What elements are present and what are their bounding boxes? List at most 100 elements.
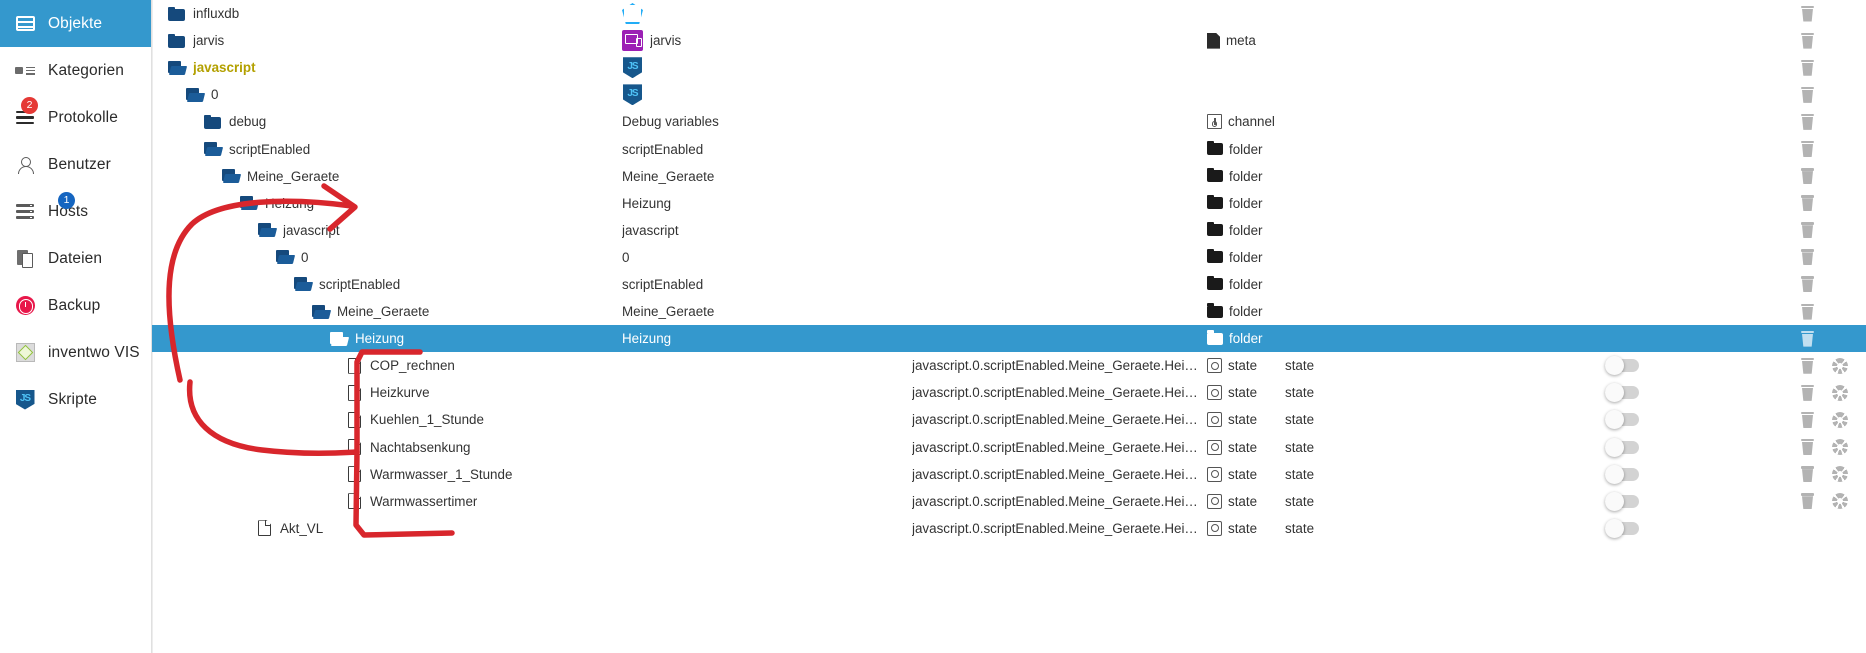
delete-icon[interactable]	[1801, 195, 1814, 211]
row-name-cell[interactable]: Warmwasser_1_Stunde	[152, 466, 622, 482]
row-toggle-cell[interactable]	[1605, 464, 1710, 484]
delete-icon[interactable]	[1801, 5, 1814, 22]
delete-icon[interactable]	[1801, 168, 1814, 184]
delete-icon[interactable]	[1801, 32, 1814, 49]
gear-icon[interactable]	[1832, 439, 1848, 455]
row-name-cell[interactable]: Heizkurve	[152, 384, 622, 401]
sidebar-item-skripte[interactable]: JS Skripte	[0, 376, 151, 423]
table-row[interactable]: Heizkurve javascript.0.scriptEnabled.Mei…	[152, 379, 1866, 406]
gear-icon[interactable]	[1832, 358, 1848, 374]
row-name-cell[interactable]: javascript	[152, 223, 622, 238]
table-row[interactable]: Akt_VL javascript.0.scriptEnabled.Meine_…	[152, 515, 1866, 542]
sidebar-item-kategorien[interactable]: Kategorien	[0, 47, 151, 94]
folder-open-icon[interactable]	[168, 60, 185, 75]
sidebar-item-hosts[interactable]: 1 Hosts	[0, 188, 151, 235]
enabled-toggle[interactable]	[1605, 491, 1639, 511]
folder-closed-icon[interactable]	[168, 6, 185, 21]
sidebar-item-inventwo-vis[interactable]: inventwo VIS	[0, 329, 151, 376]
row-name-cell[interactable]: javascript	[152, 60, 622, 75]
table-row[interactable]: Warmwasser_1_Stunde javascript.0.scriptE…	[152, 461, 1866, 488]
row-name-cell[interactable]: scriptEnabled	[152, 277, 622, 292]
table-row[interactable]: influxdb	[152, 0, 1866, 27]
delete-icon[interactable]	[1801, 59, 1814, 76]
folder-open-icon[interactable]	[276, 250, 293, 264]
delete-icon[interactable]	[1801, 113, 1814, 130]
row-name-cell[interactable]: Nachtabsenkung	[152, 439, 622, 455]
table-row[interactable]: javascript javascript folder	[152, 217, 1866, 244]
table-row[interactable]: COP_rechnen javascript.0.scriptEnabled.M…	[152, 352, 1866, 379]
folder-open-icon[interactable]	[294, 277, 311, 291]
row-name-cell[interactable]: Warmwassertimer	[152, 493, 622, 509]
gear-icon[interactable]	[1832, 493, 1848, 509]
enabled-toggle[interactable]	[1605, 464, 1639, 484]
folder-open-icon[interactable]	[312, 304, 329, 319]
row-name-cell[interactable]: jarvis	[152, 33, 622, 48]
row-toggle-cell[interactable]	[1605, 383, 1710, 403]
row-toggle-cell[interactable]	[1605, 356, 1710, 376]
folder-open-icon[interactable]	[240, 196, 257, 210]
delete-icon[interactable]	[1801, 303, 1814, 320]
delete-icon[interactable]	[1801, 276, 1814, 292]
row-toggle-cell[interactable]	[1605, 491, 1710, 511]
gear-icon[interactable]	[1832, 385, 1848, 401]
enabled-toggle[interactable]	[1605, 383, 1639, 403]
enabled-toggle[interactable]	[1605, 356, 1639, 376]
table-row[interactable]: jarvis jarvis meta	[152, 27, 1866, 54]
row-name-cell[interactable]: Kuehlen_1_Stunde	[152, 411, 622, 428]
table-row[interactable]: 0 JS	[152, 81, 1866, 108]
sidebar-item-benutzer[interactable]: Benutzer	[0, 141, 151, 188]
row-name-cell[interactable]: influxdb	[152, 6, 622, 21]
sidebar-item-objekte[interactable]: Objekte	[0, 0, 151, 47]
sidebar-item-dateien[interactable]: Dateien	[0, 235, 151, 282]
table-row[interactable]: scriptEnabled scriptEnabled folder	[152, 135, 1866, 162]
row-toggle-cell[interactable]	[1605, 410, 1710, 430]
delete-icon[interactable]	[1801, 86, 1814, 103]
delete-icon[interactable]	[1801, 222, 1814, 238]
gear-icon[interactable]	[1832, 412, 1848, 428]
row-name-cell[interactable]: debug	[152, 114, 622, 129]
row-name-cell[interactable]: 0	[152, 250, 622, 265]
delete-icon[interactable]	[1801, 466, 1814, 482]
sidebar-item-backup[interactable]: Backup	[0, 282, 151, 329]
row-name-cell[interactable]: 0	[152, 87, 622, 102]
delete-icon[interactable]	[1801, 439, 1814, 455]
row-name-cell[interactable]: scriptEnabled	[152, 142, 622, 157]
gear-icon[interactable]	[1832, 466, 1848, 482]
delete-icon[interactable]	[1801, 330, 1814, 347]
folder-open-icon[interactable]	[222, 169, 239, 183]
table-row[interactable]: Meine_Geraete Meine_Geraete folder	[152, 298, 1866, 325]
folder-open-icon[interactable]	[258, 223, 275, 237]
enabled-toggle[interactable]	[1605, 518, 1639, 538]
delete-icon[interactable]	[1801, 384, 1814, 401]
row-name-cell[interactable]: Heizung	[152, 331, 622, 346]
row-name-cell[interactable]: Akt_VL	[152, 520, 622, 536]
table-row[interactable]: 0 0 folder	[152, 244, 1866, 271]
delete-icon[interactable]	[1801, 249, 1814, 265]
delete-icon[interactable]	[1801, 141, 1814, 157]
row-toggle-cell[interactable]	[1605, 437, 1710, 457]
folder-closed-icon[interactable]	[168, 33, 185, 48]
folder-open-icon[interactable]	[204, 142, 221, 156]
delete-icon[interactable]	[1801, 411, 1814, 428]
table-row[interactable]: Heizung Heizung folder	[152, 325, 1866, 353]
table-row[interactable]: Heizung Heizung folder	[152, 190, 1866, 217]
table-row[interactable]: Warmwassertimer javascript.0.scriptEnabl…	[152, 488, 1866, 515]
folder-open-icon[interactable]	[330, 331, 347, 346]
row-toggle-cell[interactable]	[1605, 518, 1710, 538]
table-row[interactable]: debug Debug variables channel	[152, 108, 1866, 135]
row-name-cell[interactable]: Heizung	[152, 196, 622, 211]
sidebar-item-protokolle[interactable]: 2 Protokolle	[0, 94, 151, 141]
enabled-toggle[interactable]	[1605, 410, 1639, 430]
delete-icon[interactable]	[1801, 493, 1814, 509]
table-row[interactable]: Nachtabsenkung javascript.0.scriptEnable…	[152, 434, 1866, 461]
row-name-cell[interactable]: Meine_Geraete	[152, 169, 622, 184]
table-row[interactable]: scriptEnabled scriptEnabled folder	[152, 271, 1866, 298]
row-name-cell[interactable]: COP_rechnen	[152, 357, 622, 374]
table-row[interactable]: Meine_Geraete Meine_Geraete folder	[152, 163, 1866, 190]
enabled-toggle[interactable]	[1605, 437, 1639, 457]
table-row[interactable]: javascript JS	[152, 54, 1866, 81]
delete-icon[interactable]	[1801, 357, 1814, 374]
table-row[interactable]: Kuehlen_1_Stunde javascript.0.scriptEnab…	[152, 406, 1866, 433]
folder-closed-icon[interactable]	[204, 114, 221, 129]
folder-open-icon[interactable]	[186, 87, 203, 102]
